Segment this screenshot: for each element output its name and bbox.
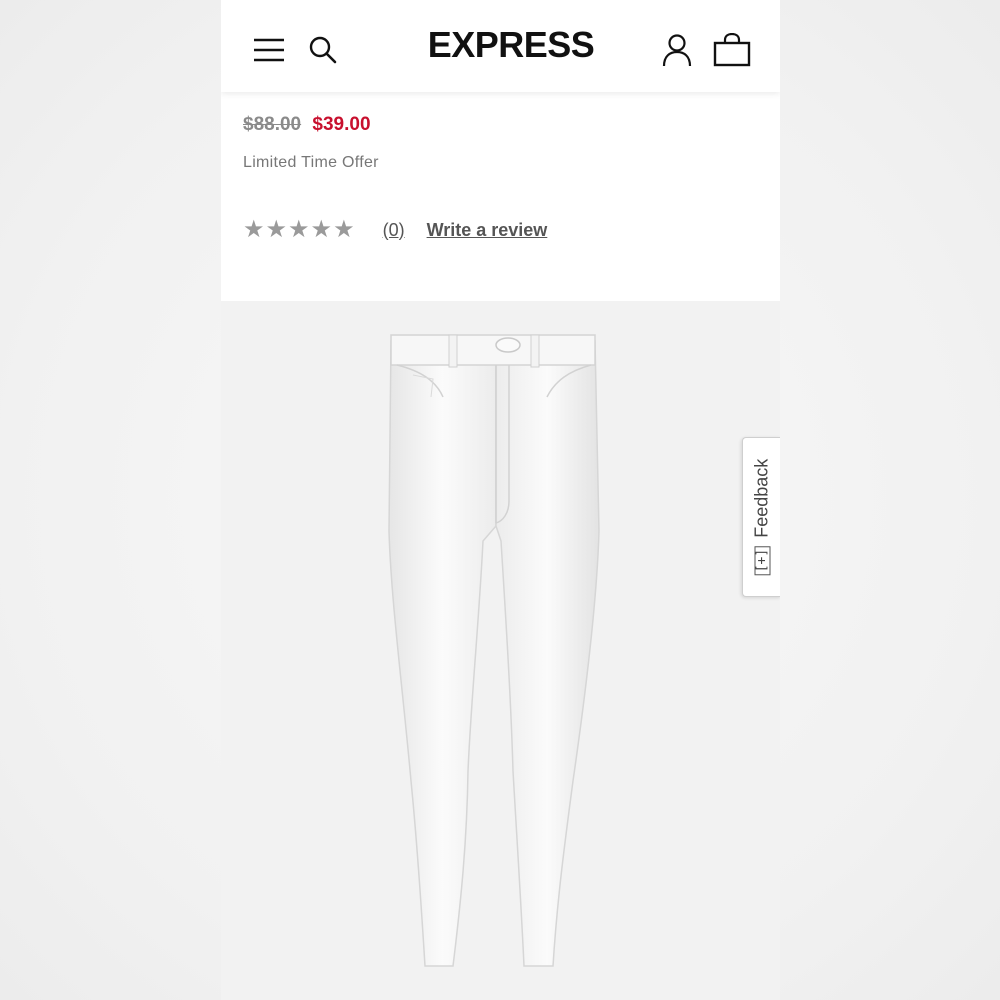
sale-price: $39.00 xyxy=(312,114,371,135)
product-image-area xyxy=(221,301,780,1000)
search-button[interactable] xyxy=(305,32,341,68)
product-info-panel: $88.00 $39.00 Limited Time Offer ★ ★ ★ ★… xyxy=(221,92,780,301)
hamburger-menu-button[interactable] xyxy=(249,32,289,68)
star-icon: ★ xyxy=(333,216,355,243)
star-rating[interactable]: ★ ★ ★ ★ ★ xyxy=(243,218,355,242)
feedback-tab[interactable]: [+] Feedback xyxy=(742,437,780,597)
star-icon: ★ xyxy=(265,216,288,243)
express-logo[interactable]: EXPRESS xyxy=(391,24,631,66)
original-price: $88.00 xyxy=(243,114,302,135)
star-icon: ★ xyxy=(243,216,265,243)
feedback-plus-icon: [+] xyxy=(754,545,770,576)
review-count-link[interactable]: (0) xyxy=(383,220,405,241)
write-review-link[interactable]: Write a review xyxy=(427,220,548,241)
search-icon xyxy=(309,36,337,64)
account-button[interactable] xyxy=(657,30,697,70)
star-icon: ★ xyxy=(310,216,333,243)
limited-time-offer-label: Limited Time Offer xyxy=(243,154,379,171)
user-account-icon xyxy=(662,34,692,67)
site-header: EXPRESS xyxy=(221,0,780,92)
star-icon: ★ xyxy=(288,216,310,243)
price-row: $88.00 $39.00 xyxy=(243,114,371,136)
hamburger-menu-icon xyxy=(254,38,284,62)
feedback-label: Feedback xyxy=(751,458,772,538)
shopping-bag-button[interactable] xyxy=(711,30,753,70)
product-image-white-jeans[interactable] xyxy=(221,301,780,1000)
shopping-bag-icon xyxy=(713,33,751,67)
rating-row: ★ ★ ★ ★ ★ (0) Write a review xyxy=(243,218,547,242)
feedback-tab-content: [+] Feedback xyxy=(752,459,773,576)
mobile-viewport: EXPRESS $88.00 $39.00 Limited Time Offer… xyxy=(221,0,780,1000)
